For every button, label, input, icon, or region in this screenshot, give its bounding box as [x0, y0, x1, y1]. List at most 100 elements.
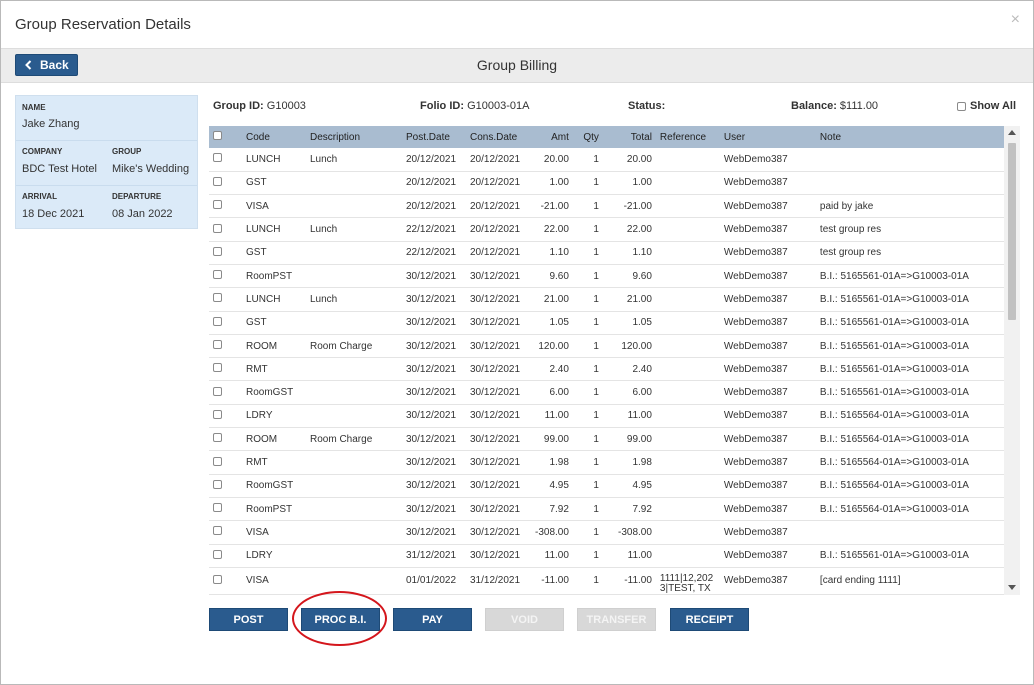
table-row[interactable]: LDRY 30/12/2021 30/12/2021 11.00 1 11.00 WebDe…: [209, 404, 1006, 428]
row-checkbox[interactable]: [213, 223, 222, 233]
table-row[interactable]: RoomGST 30/12/2021 30/12/2021 4.95 1 4.95 WebD…: [209, 474, 1006, 498]
row-note: B.I.: 5165561-01A=>G10003-01A: [819, 340, 969, 352]
col-reference[interactable]: Reference: [656, 126, 720, 148]
col-post-date[interactable]: Post.Date: [402, 126, 466, 148]
row-checkbox[interactable]: [213, 270, 222, 280]
col-description[interactable]: Description: [306, 126, 402, 148]
table-row[interactable]: LUNCH Lunch 20/12/2021 20/12/2021 20.00 1 20.0…: [209, 148, 1006, 172]
row-checkbox[interactable]: [213, 409, 222, 419]
table-row[interactable]: LUNCH Lunch 30/12/2021 30/12/2021 21.00 1 21.0…: [209, 288, 1006, 312]
row-code: VISA: [246, 575, 269, 587]
row-checkbox[interactable]: [213, 526, 222, 536]
transfer-button[interactable]: TRANSFER: [577, 608, 656, 631]
row-checkbox[interactable]: [213, 246, 222, 256]
row-checkbox[interactable]: [213, 574, 222, 584]
proc-bi-button[interactable]: PROC B.I.: [301, 608, 380, 631]
row-post-date: 30/12/2021: [406, 270, 457, 282]
row-amt: 1.00: [549, 177, 569, 189]
scroll-thumb[interactable]: [1008, 143, 1016, 320]
row-checkbox[interactable]: [213, 293, 222, 303]
row-total: 2.40: [632, 363, 652, 375]
table-row[interactable]: RMT 30/12/2021 30/12/2021 2.40 1 2.40 WebDemo3…: [209, 358, 1006, 381]
col-qty[interactable]: Qty: [573, 126, 603, 148]
row-total: 20.00: [626, 153, 652, 165]
row-checkbox[interactable]: [213, 479, 222, 489]
row-note: B.I.: 5165561-01A=>G10003-01A: [819, 317, 969, 329]
row-checkbox[interactable]: [213, 176, 222, 186]
row-qty: 1: [593, 247, 599, 259]
col-note[interactable]: Note: [816, 126, 1006, 148]
table-row[interactable]: GST 20/12/2021 20/12/2021 1.00 1 1.00 WebDemo3…: [209, 171, 1006, 195]
row-checkbox[interactable]: [213, 503, 222, 513]
row-note: test group res: [819, 247, 882, 259]
col-amt[interactable]: Amt: [531, 126, 573, 148]
row-qty: 1: [593, 433, 599, 445]
row-checkbox[interactable]: [213, 456, 222, 466]
table-row[interactable]: VISA 30/12/2021 30/12/2021 -308.00 1 -308.00 W…: [209, 521, 1006, 545]
row-checkbox[interactable]: [213, 316, 222, 326]
page-title: Group Billing: [476, 57, 558, 73]
row-checkbox[interactable]: [213, 340, 222, 350]
row-checkbox[interactable]: [213, 200, 222, 210]
row-checkbox[interactable]: [213, 433, 222, 443]
row-post-date: 30/12/2021: [406, 457, 457, 468]
table-row[interactable]: VISA 20/12/2021 20/12/2021 -21.00 1 -21.00 Web…: [209, 195, 1006, 218]
row-description: [306, 521, 402, 544]
pay-button[interactable]: PAY: [393, 608, 472, 631]
row-user: WebDemo387: [723, 457, 788, 468]
row-checkbox[interactable]: [213, 153, 222, 163]
col-code[interactable]: Code: [242, 126, 306, 148]
billing-table: Code Description Post.Date Cons.Date Amt…: [209, 126, 1006, 595]
row-qty: 1: [593, 575, 599, 587]
row-note: B.I.: 5165564-01A=>G10003-01A: [819, 503, 969, 515]
row-checkbox[interactable]: [213, 386, 222, 396]
row-checkbox[interactable]: [213, 363, 222, 373]
scroll-down-arrow-icon[interactable]: [1008, 585, 1016, 590]
table-row[interactable]: ROOM Room Charge 30/12/2021 30/12/2021 99.00…: [209, 428, 1006, 451]
row-checkbox[interactable]: [213, 549, 222, 559]
grid-scrollbar[interactable]: [1004, 126, 1020, 595]
row-select-cell: [209, 404, 242, 427]
table-row[interactable]: RMT 30/12/2021 30/12/2021 1.98 1 1.98 WebDemo3…: [209, 451, 1006, 475]
row-reference: [656, 148, 720, 171]
void-button[interactable]: VOID: [485, 608, 564, 631]
post-button[interactable]: POST: [209, 608, 288, 631]
close-icon[interactable]: ×: [1011, 11, 1020, 29]
table-row[interactable]: ROOM Room Charge 30/12/2021 30/12/2021 120.0…: [209, 334, 1006, 358]
table-row[interactable]: RoomGST 30/12/2021 30/12/2021 6.00 1 6.00 WebD…: [209, 381, 1006, 405]
row-amt: 1.10: [549, 247, 569, 259]
col-cons-date[interactable]: Cons.Date: [466, 126, 531, 148]
table-row[interactable]: RoomPST 30/12/2021 30/12/2021 7.92 1 7.92 WebD…: [209, 497, 1006, 521]
guest-name: Jake Zhang: [22, 118, 80, 130]
col-user[interactable]: User: [720, 126, 816, 148]
table-header: Code Description Post.Date Cons.Date Amt…: [209, 126, 1006, 148]
row-description: [306, 474, 402, 497]
select-all-checkbox[interactable]: [213, 131, 222, 140]
table-row[interactable]: GST 22/12/2021 20/12/2021 1.10 1 1.10 WebDemo3…: [209, 241, 1006, 265]
row-reference: [656, 428, 720, 451]
row-post-date: 20/12/2021: [406, 153, 457, 165]
receipt-button[interactable]: RECEIPT: [670, 608, 749, 631]
row-select-cell: [209, 334, 242, 357]
row-qty: 1: [593, 550, 599, 562]
table-row[interactable]: LDRY 31/12/2021 30/12/2021 11.00 1 11.00 WebDe…: [209, 544, 1006, 568]
col-total[interactable]: Total: [603, 126, 656, 148]
row-cons-date: 30/12/2021: [470, 317, 521, 329]
table-row[interactable]: LUNCH Lunch 22/12/2021 20/12/2021 22.00 1 22.0…: [209, 218, 1006, 242]
row-code: RMT: [246, 363, 268, 375]
row-cons-date: 20/12/2021: [470, 153, 521, 165]
status: Status:: [628, 100, 665, 112]
scroll-up-arrow-icon[interactable]: [1008, 130, 1016, 135]
show-all-checkbox[interactable]: [957, 101, 966, 111]
row-cons-date: 30/12/2021: [470, 503, 521, 515]
table-row[interactable]: GST 30/12/2021 30/12/2021 1.05 1 1.05 WebDemo3…: [209, 311, 1006, 335]
row-amt: 11.00: [544, 410, 569, 422]
row-amt: 11.00: [544, 550, 569, 562]
table-row[interactable]: VISA 01/01/2022 31/12/2021 -11.00 1 -11.00 111…: [209, 567, 1006, 595]
row-reference: 1111|12,202 3|TEST, TX: [659, 572, 714, 594]
row-qty: 1: [593, 293, 599, 305]
billing-toolbar: Back Group Billing: [1, 48, 1033, 83]
table-row[interactable]: RoomPST 30/12/2021 30/12/2021 9.60 1 9.60 WebD…: [209, 264, 1006, 288]
row-reference: [656, 195, 720, 218]
show-all-toggle[interactable]: Show All: [957, 100, 1016, 112]
